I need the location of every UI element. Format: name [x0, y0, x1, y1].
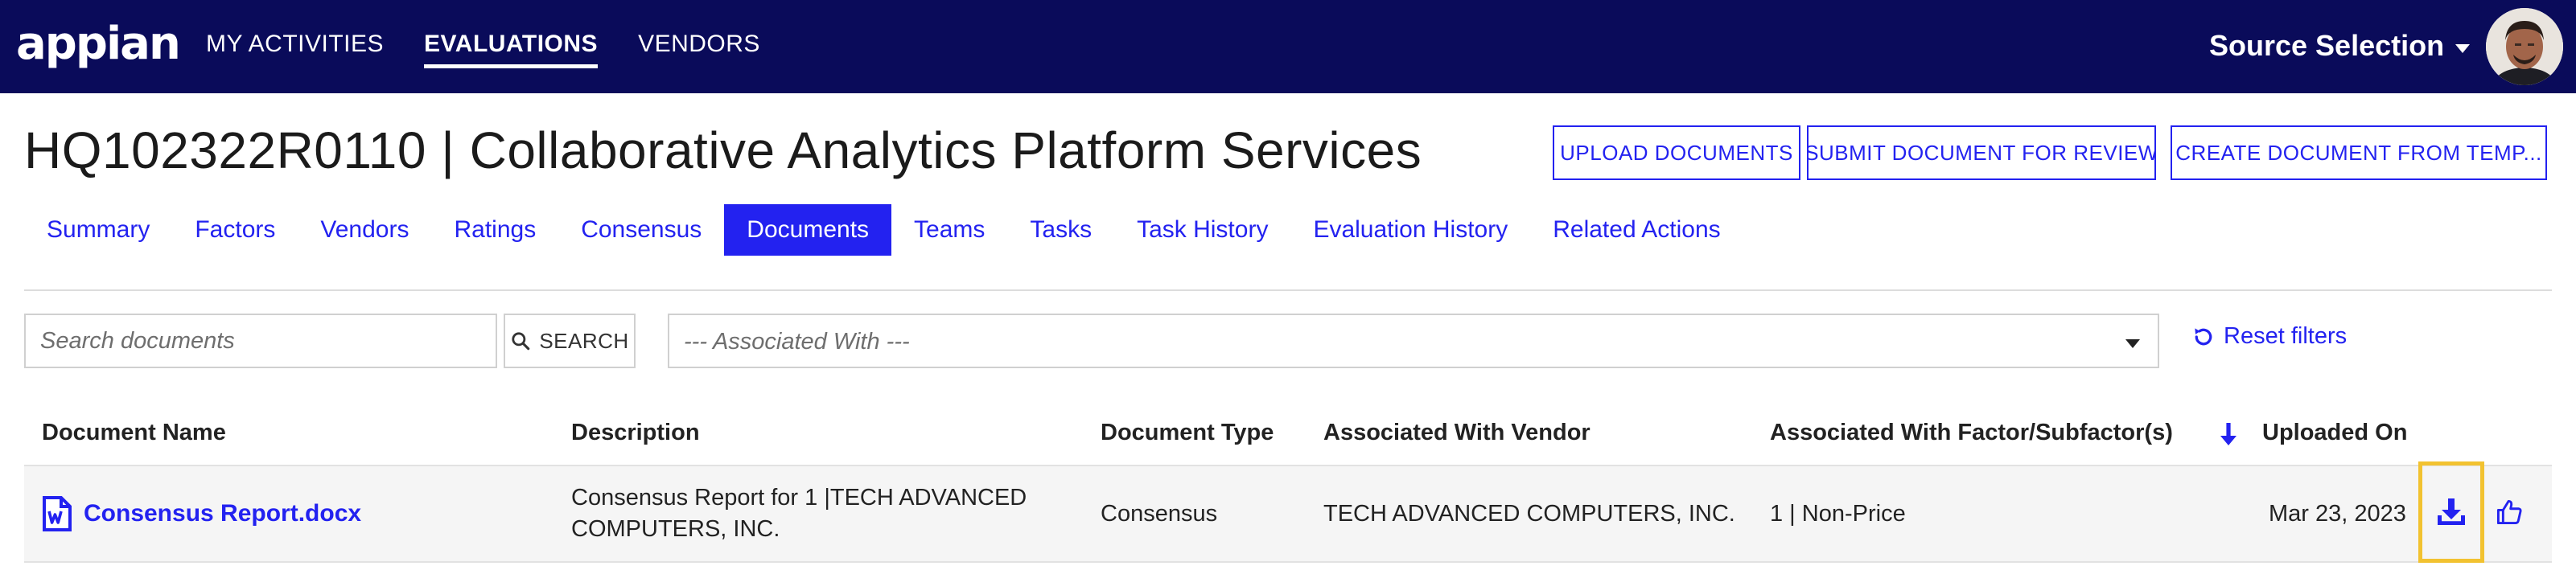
- tab-vendors[interactable]: Vendors: [298, 204, 431, 256]
- tab-task-history[interactable]: Task History: [1114, 204, 1290, 256]
- download-button[interactable]: [2418, 461, 2484, 563]
- document-name: Consensus Report.docx: [84, 500, 362, 527]
- column-header-factor[interactable]: Associated With Factor/Subfactor(s): [1770, 420, 2173, 446]
- site-switcher[interactable]: Source Selection: [2209, 29, 2471, 63]
- submit-document-for-review-button[interactable]: SUBMIT DOCUMENT FOR REVIEW: [1807, 125, 2156, 180]
- tab-summary[interactable]: Summary: [24, 204, 172, 256]
- download-icon: [2438, 498, 2465, 525]
- tab-related-actions[interactable]: Related Actions: [1530, 204, 1743, 256]
- tab-factors[interactable]: Factors: [172, 204, 298, 256]
- create-document-from-template-button[interactable]: CREATE DOCUMENT FROM TEMP...: [2171, 125, 2547, 180]
- upload-documents-button[interactable]: UPLOAD DOCUMENTS: [1553, 125, 1800, 180]
- top-navigation-bar: appian MY ACTIVITIES EVALUATIONS VENDORS…: [0, 0, 2576, 93]
- search-button-label: SEARCH: [539, 328, 629, 353]
- search-documents-input[interactable]: [24, 314, 497, 368]
- description-cell: Consensus Report for 1 |TECH ADVANCED CO…: [571, 482, 1027, 545]
- tab-tasks[interactable]: Tasks: [1007, 204, 1114, 256]
- appian-logo[interactable]: appian: [16, 18, 181, 70]
- thumbs-up-icon: [2496, 499, 2522, 525]
- chevron-down-icon: [2455, 43, 2471, 53]
- description-line-2: COMPUTERS, INC.: [571, 516, 780, 542]
- user-photo-icon: [2486, 8, 2563, 85]
- evaluation-tabs: Summary Factors Vendors Ratings Consensu…: [24, 204, 1743, 256]
- associated-with-dropdown[interactable]: --- Associated With ---: [668, 314, 2159, 368]
- tab-consensus[interactable]: Consensus: [558, 204, 724, 256]
- reset-icon: [2195, 327, 2212, 345]
- nav-vendors[interactable]: VENDORS: [638, 31, 760, 68]
- site-label: Source Selection: [2209, 29, 2445, 62]
- tab-ratings[interactable]: Ratings: [431, 204, 558, 256]
- page-title: HQ102322R0110 | Collaborative Analytics …: [24, 121, 1422, 179]
- tab-teams[interactable]: Teams: [891, 204, 1007, 256]
- associated-with-value: --- Associated With ---: [684, 329, 910, 355]
- approve-button[interactable]: [2496, 498, 2523, 530]
- column-header-document-type[interactable]: Document Type: [1101, 420, 1274, 446]
- factor-cell: 1 | Non-Price: [1770, 501, 1906, 527]
- vendor-cell: TECH ADVANCED COMPUTERS, INC.: [1323, 501, 1735, 527]
- tab-documents[interactable]: Documents: [724, 204, 892, 256]
- uploaded-on-cell: Mar 23, 2023: [2269, 501, 2406, 527]
- description-line-1: Consensus Report for 1 |TECH ADVANCED: [571, 485, 1027, 511]
- tab-evaluation-history[interactable]: Evaluation History: [1290, 204, 1530, 256]
- column-header-uploaded-on[interactable]: Uploaded On: [2262, 420, 2407, 446]
- top-nav: MY ACTIVITIES EVALUATIONS VENDORS: [206, 31, 760, 68]
- document-type-cell: Consensus: [1101, 501, 1218, 527]
- document-name-link[interactable]: Consensus Report.docx: [42, 495, 361, 532]
- word-document-icon: [43, 496, 72, 531]
- reset-filters-label: Reset filters: [2224, 323, 2348, 349]
- avatar[interactable]: [2486, 8, 2563, 85]
- nav-my-activities[interactable]: MY ACTIVITIES: [206, 31, 384, 68]
- chevron-down-icon: [2125, 339, 2140, 348]
- tabs-divider: [24, 289, 2552, 291]
- reset-filters-link[interactable]: Reset filters: [2191, 323, 2347, 350]
- column-header-description[interactable]: Description: [571, 420, 700, 446]
- search-button[interactable]: SEARCH: [504, 314, 636, 368]
- search-icon: [512, 332, 530, 351]
- column-header-vendor[interactable]: Associated With Vendor: [1323, 420, 1590, 446]
- sort-down-arrow-icon[interactable]: [2217, 418, 2240, 454]
- table-row: Consensus Report.docx Consensus Report f…: [24, 466, 2552, 563]
- column-header-document-name[interactable]: Document Name: [42, 420, 226, 446]
- nav-evaluations[interactable]: EVALUATIONS: [424, 31, 599, 68]
